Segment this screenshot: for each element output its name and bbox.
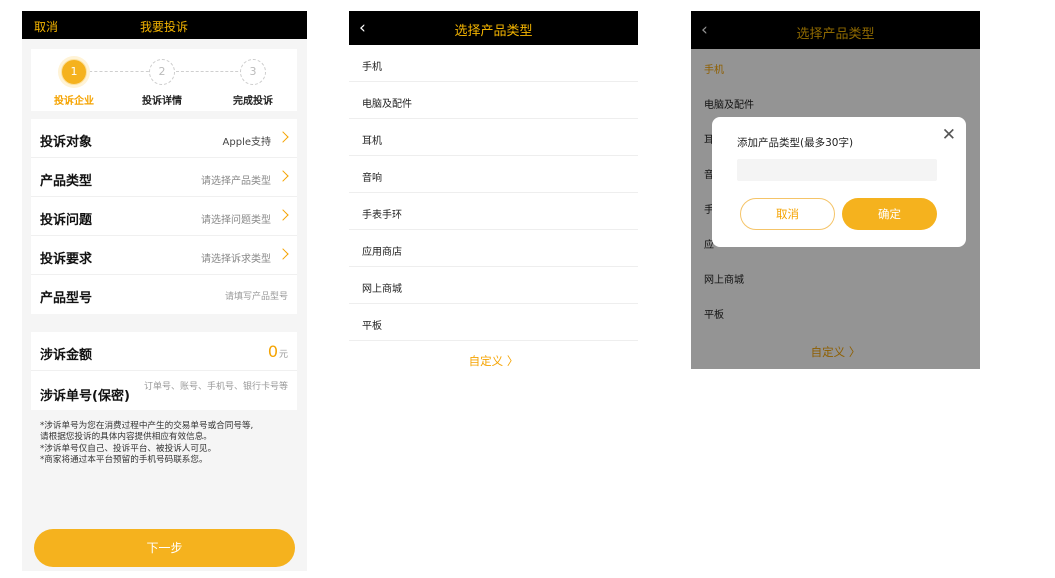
product-type-list: 手机 电脑及配件 耳机 音响 手表手环 应用商店 网上商城 平板 <box>349 45 638 341</box>
notes: *涉诉单号为您在消费过程中产生的交易单号或合同号等, 请根据您投诉的具体内容提供… <box>40 421 300 467</box>
chevron-right-icon <box>277 131 289 143</box>
step-connector <box>176 71 248 72</box>
progress-steps: 1 2 3 投诉企业 投诉详情 完成投诉 <box>31 49 297 111</box>
step-1-label: 投诉企业 <box>54 96 94 107</box>
order-input[interactable]: 订单号、账号、手机号、银行卡号等 <box>144 379 288 392</box>
list-item[interactable]: 网上商城 <box>349 267 638 304</box>
chevron-right-icon <box>277 248 289 260</box>
cancel-button[interactable]: 取消 <box>34 18 58 35</box>
step-3-indicator: 3 <box>240 59 266 85</box>
model-row: 产品型号 请填写产品型号 <box>31 275 297 314</box>
top-bar: 取消 我要投诉 <box>22 11 307 39</box>
list-item-label: 电脑及配件 <box>362 99 412 110</box>
chevron-right-icon <box>277 209 289 221</box>
step-connector <box>84 71 154 72</box>
amount-row: 涉诉金额 0 元 <box>31 332 297 371</box>
issue-row[interactable]: 投诉问题 请选择问题类型 <box>31 197 297 236</box>
order-label: 涉诉单号(保密) <box>40 389 130 404</box>
target-label: 投诉对象 <box>40 135 93 150</box>
dialog-confirm-button[interactable]: 确定 <box>842 198 937 230</box>
model-input[interactable]: 请填写产品型号 <box>225 289 288 302</box>
list-item-label: 应用商店 <box>362 247 402 258</box>
demand-row[interactable]: 投诉要求 请选择诉求类型 <box>31 236 297 275</box>
step-1-indicator: 1 <box>61 59 87 85</box>
list-item[interactable]: 音响 <box>349 156 638 193</box>
list-item-label: 网上商城 <box>362 284 402 295</box>
chevron-right-icon <box>277 170 289 182</box>
step-2-label: 投诉详情 <box>142 96 182 107</box>
amount-unit: 元 <box>278 350 288 360</box>
list-item[interactable]: 手表手环 <box>349 193 638 230</box>
dialog-cancel-button[interactable]: 取消 <box>740 198 835 230</box>
demand-value: 请选择诉求类型 <box>201 254 271 265</box>
page-title: 选择产品类型 <box>454 24 533 39</box>
demand-label: 投诉要求 <box>40 252 93 267</box>
amount-input[interactable]: 0 <box>268 342 278 361</box>
next-step-button[interactable]: 下一步 <box>34 529 295 567</box>
custom-type-button[interactable]: 自定义 〉 <box>349 353 638 369</box>
add-type-dialog: 添加产品类型(最多30字) ✕ 取消 确定 <box>712 117 966 247</box>
step-3-label: 完成投诉 <box>233 96 273 107</box>
issue-label: 投诉问题 <box>40 213 93 228</box>
step-2-indicator: 2 <box>149 59 175 85</box>
list-item[interactable]: 电脑及配件 <box>349 82 638 119</box>
product-type-screen: ‹ 选择产品类型 手机 电脑及配件 耳机 音响 手表手环 应用商店 网上商城 平… <box>349 11 638 381</box>
list-item-label: 手表手环 <box>362 210 402 221</box>
list-item-label: 平板 <box>362 321 382 332</box>
close-icon[interactable]: ✕ <box>942 125 956 145</box>
product-type-label: 产品类型 <box>40 174 93 189</box>
list-item-label: 手机 <box>362 62 382 73</box>
top-bar: ‹ 选择产品类型 <box>349 11 638 45</box>
model-label: 产品型号 <box>40 291 93 306</box>
list-item[interactable]: 应用商店 <box>349 230 638 267</box>
list-item[interactable]: 手机 <box>349 45 638 82</box>
dialog-title: 添加产品类型(最多30字) <box>737 137 854 149</box>
amount-label: 涉诉金额 <box>40 348 93 363</box>
list-item-label: 音响 <box>362 173 382 184</box>
note-line: *涉诉单号仅自己、投诉平台、被投诉人可见。 <box>40 443 217 454</box>
product-type-row[interactable]: 产品类型 请选择产品类型 <box>31 158 297 197</box>
note-line: 请根据您投诉的具体内容提供相应有效信息。 <box>40 432 212 443</box>
issue-value: 请选择问题类型 <box>201 215 271 226</box>
list-item[interactable]: 耳机 <box>349 119 638 156</box>
complaint-form: 投诉对象 Apple支持 产品类型 请选择产品类型 投诉问题 请选择问题类型 投… <box>31 119 297 314</box>
product-type-value: 请选择产品类型 <box>201 176 271 187</box>
note-line: *商家将通过本平台预留的手机号码联系您。 <box>40 455 208 466</box>
note-line: *涉诉单号为您在消费过程中产生的交易单号或合同号等, <box>40 421 254 431</box>
product-type-input[interactable] <box>737 159 937 181</box>
target-value: Apple支持 <box>222 137 271 148</box>
product-type-dialog-screen: ‹ 选择产品类型 手机 电脑及配件 耳 音 手 应 网上商城 平板 自定义 〉 … <box>691 11 980 369</box>
amount-form: 涉诉金额 0 元 涉诉单号(保密) 订单号、账号、手机号、银行卡号等 <box>31 332 297 410</box>
order-row: 涉诉单号(保密) 订单号、账号、手机号、银行卡号等 <box>31 371 297 410</box>
complaint-screen: 取消 我要投诉 1 2 3 投诉企业 投诉详情 完成投诉 投诉对象 Apple支… <box>22 11 307 571</box>
page-title: 我要投诉 <box>140 20 189 34</box>
list-item[interactable]: 平板 <box>349 304 638 341</box>
target-row[interactable]: 投诉对象 Apple支持 <box>31 119 297 158</box>
list-item-label: 耳机 <box>362 136 382 147</box>
